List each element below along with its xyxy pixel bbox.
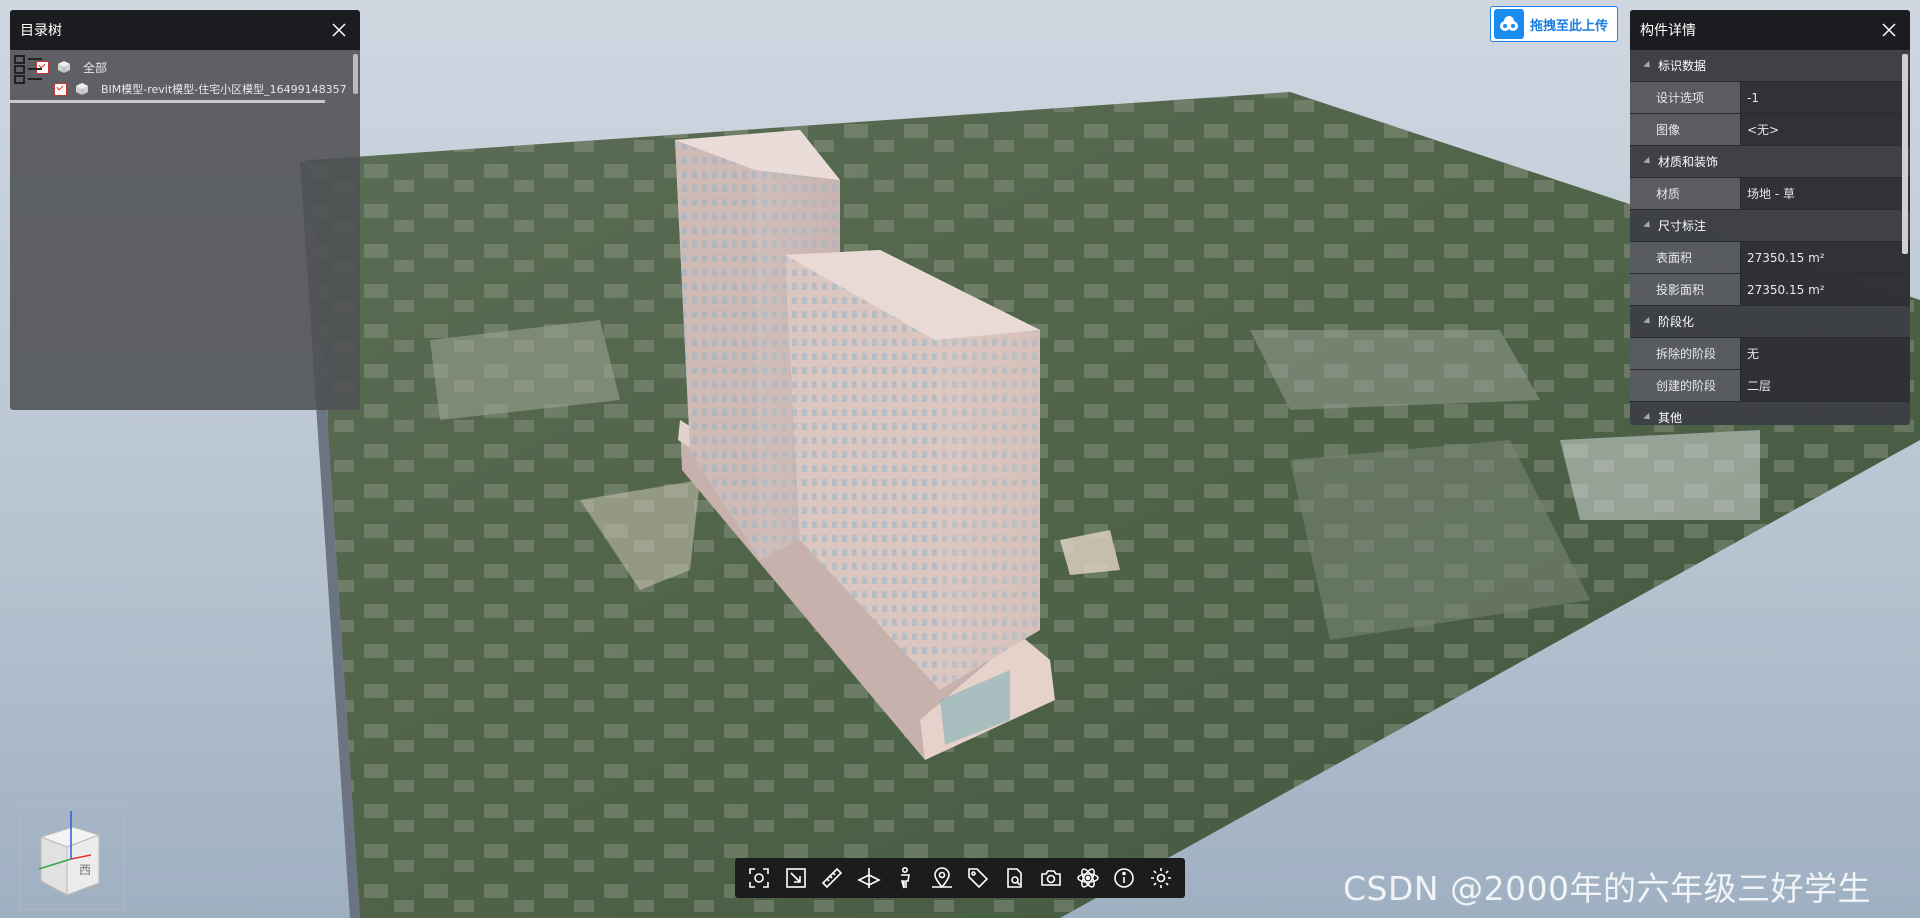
section-title: 阶段化 bbox=[1658, 315, 1695, 329]
explode-atom-icon[interactable] bbox=[1074, 864, 1102, 892]
prop-key: 创建的阶段 bbox=[1630, 370, 1741, 401]
section-plane-icon[interactable] bbox=[855, 864, 883, 892]
document-search-icon[interactable] bbox=[1001, 864, 1029, 892]
collapse-triangle-icon bbox=[1643, 412, 1653, 423]
section-title: 其他 bbox=[1658, 411, 1683, 425]
tag-icon[interactable] bbox=[964, 864, 992, 892]
prop-value: -1 bbox=[1741, 82, 1910, 113]
prop-row: 表面积 27350.15 m² bbox=[1630, 242, 1910, 274]
section-dimensions[interactable]: 尺寸标注 bbox=[1630, 210, 1910, 242]
prop-key: 材质 bbox=[1630, 178, 1741, 209]
cloud-upload-icon bbox=[1494, 9, 1524, 39]
prop-row: 材质 场地 - 草 bbox=[1630, 178, 1910, 210]
prop-key: 图像 bbox=[1630, 114, 1741, 145]
section-identity-data[interactable]: 标识数据 bbox=[1630, 50, 1910, 82]
tree-panel-title: 目录树 bbox=[20, 23, 62, 39]
collapse-triangle-icon bbox=[1643, 316, 1653, 327]
section-title: 材质和装饰 bbox=[1658, 155, 1719, 169]
prop-value: 无 bbox=[1741, 338, 1910, 369]
fit-view-icon[interactable] bbox=[745, 864, 773, 892]
prop-key: 拆除的阶段 bbox=[1630, 338, 1741, 369]
bottom-toolbar bbox=[735, 858, 1185, 898]
tree-body: 全部 BIM模型-revit模型-住宅小区模型_16499148357 bbox=[10, 50, 360, 103]
close-icon[interactable] bbox=[330, 21, 348, 39]
prop-key: 设计选项 bbox=[1630, 82, 1741, 113]
section-title: 尺寸标注 bbox=[1658, 219, 1707, 233]
tree-horizontal-scrollbar[interactable] bbox=[10, 100, 325, 103]
prop-row: 创建的阶段 二层 bbox=[1630, 370, 1910, 402]
prop-row: 拆除的阶段无 bbox=[1630, 338, 1910, 370]
map-pin-icon[interactable] bbox=[928, 864, 956, 892]
cube-icon bbox=[58, 61, 70, 73]
info-icon[interactable] bbox=[1110, 864, 1138, 892]
close-icon[interactable] bbox=[1880, 21, 1898, 39]
tree-panel-header: 目录树 bbox=[10, 10, 360, 50]
upload-drop-button[interactable]: 拖拽至此上传 bbox=[1490, 6, 1618, 42]
component-details-panel: 构件详情 标识数据 设计选项 -1 图像 <无> 材质和装饰 材质 场地 - 草 尺寸… bbox=[1630, 10, 1910, 425]
watermark-text: CSDN @2000年的六年级三好学生 bbox=[1343, 869, 1872, 908]
list-toggle-icon[interactable] bbox=[12, 52, 46, 86]
prop-value: 场地 - 草 bbox=[1741, 178, 1910, 209]
section-other[interactable]: 其他 bbox=[1630, 402, 1910, 425]
box-select-icon[interactable] bbox=[782, 864, 810, 892]
prop-row: 投影面积 27350.15 m² bbox=[1630, 274, 1910, 306]
collapse-triangle-icon bbox=[1643, 60, 1653, 71]
prop-key: 投影面积 bbox=[1630, 274, 1741, 305]
prop-row: 设计选项 -1 bbox=[1630, 82, 1910, 114]
tree-item-label: 全部 bbox=[83, 60, 108, 75]
tree-vertical-scrollbar[interactable] bbox=[353, 54, 358, 94]
measure-ruler-icon[interactable] bbox=[818, 864, 846, 892]
prop-row: 图像 <无> bbox=[1630, 114, 1910, 146]
settings-gear-icon[interactable] bbox=[1147, 864, 1175, 892]
collapse-triangle-icon bbox=[1643, 220, 1653, 231]
walk-person-icon[interactable] bbox=[891, 864, 919, 892]
cube-icon bbox=[76, 83, 88, 95]
prop-value: <无> bbox=[1741, 114, 1910, 145]
prop-value: 27350.15 m² bbox=[1741, 274, 1910, 305]
section-phasing[interactable]: 阶段化 bbox=[1630, 306, 1910, 338]
section-title: 标识数据 bbox=[1658, 59, 1707, 73]
props-panel-title: 构件详情 bbox=[1640, 23, 1696, 39]
prop-key: 表面积 bbox=[1630, 242, 1741, 273]
props-vertical-scrollbar[interactable] bbox=[1902, 54, 1908, 254]
section-materials[interactable]: 材质和装饰 bbox=[1630, 146, 1910, 178]
prop-value: 二层 bbox=[1741, 370, 1910, 401]
props-panel-header: 构件详情 bbox=[1630, 10, 1910, 50]
collapse-triangle-icon bbox=[1643, 156, 1653, 167]
tree-item-label: BIM模型-revit模型-住宅小区模型_16499148357 bbox=[101, 83, 347, 96]
navcube-face-label: 西 bbox=[79, 863, 92, 877]
checkbox-icon[interactable] bbox=[54, 82, 67, 96]
upload-label: 拖拽至此上传 bbox=[1530, 18, 1609, 34]
tree-item-all[interactable]: 全部 bbox=[10, 56, 360, 78]
directory-tree-panel: 目录树 全部 BIM模型-revit模型-住宅小区模型_16499148357 bbox=[10, 10, 360, 410]
camera-icon[interactable] bbox=[1037, 864, 1065, 892]
tree-item-model[interactable]: BIM模型-revit模型-住宅小区模型_16499148357 bbox=[10, 78, 360, 100]
view-navigation-cube[interactable]: 西 bbox=[20, 806, 124, 910]
props-body: 标识数据 设计选项 -1 图像 <无> 材质和装饰 材质 场地 - 草 尺寸标注 表面… bbox=[1630, 50, 1910, 425]
prop-value: 27350.15 m² bbox=[1741, 242, 1910, 273]
